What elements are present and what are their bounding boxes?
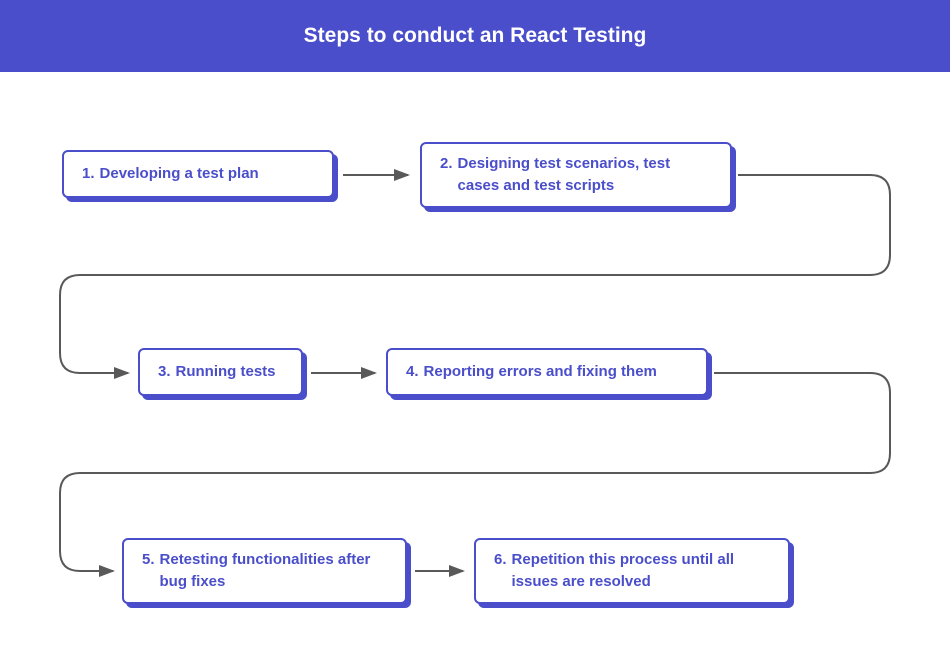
step-number: 1. [82, 163, 95, 185]
step-number: 5. [142, 549, 155, 593]
step-label: Running tests [176, 361, 276, 383]
step-label: Developing a test plan [100, 163, 259, 185]
step-number: 3. [158, 361, 171, 383]
step-box-4: 4. Reporting errors and fixing them [386, 348, 708, 396]
page-title: Steps to conduct an React Testing [304, 24, 647, 48]
step-label: Repetition this process until all issues… [512, 549, 770, 593]
step-label: Reporting errors and fixing them [424, 361, 657, 383]
step-label: Designing test scenarios, test cases and… [458, 153, 712, 197]
step-number: 6. [494, 549, 507, 593]
step-box-1: 1. Developing a test plan [62, 150, 334, 198]
diagram-canvas: 1. Developing a test plan 2. Designing t… [0, 72, 950, 660]
step-number: 4. [406, 361, 419, 383]
page-header: Steps to conduct an React Testing [0, 0, 950, 72]
step-number: 2. [440, 153, 453, 197]
step-box-6: 6. Repetition this process until all iss… [474, 538, 790, 604]
step-box-2: 2. Designing test scenarios, test cases … [420, 142, 732, 208]
step-box-5: 5. Retesting functionalities after bug f… [122, 538, 407, 604]
step-box-3: 3. Running tests [138, 348, 303, 396]
step-label: Retesting functionalities after bug fixe… [160, 549, 387, 593]
